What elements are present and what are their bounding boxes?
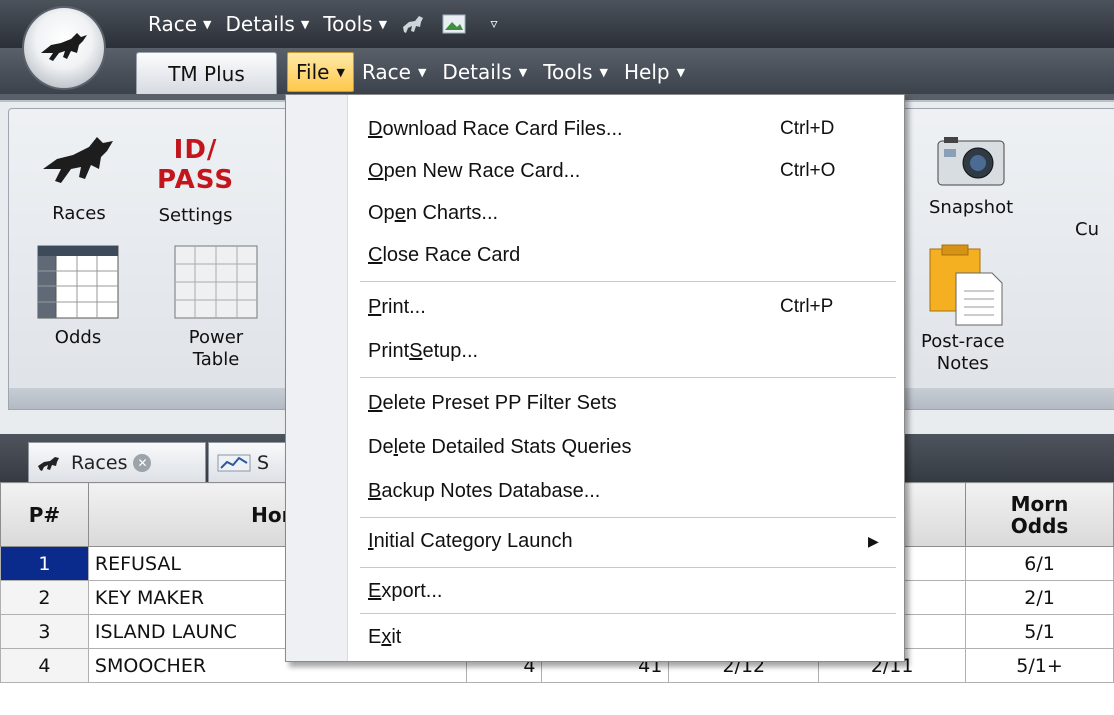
menu-tools[interactable]: Tools ▼ [535, 52, 616, 92]
horse-icon[interactable] [401, 13, 427, 35]
menu-item-export[interactable]: Export... [348, 571, 904, 611]
caret-down-icon: ▼ [417, 65, 427, 79]
menu-item-delete-detailed-stats-queries[interactable]: De l ete Detailed Stats Queries [348, 427, 904, 467]
menu-icon-gutter [286, 95, 348, 661]
grid-table-icon [37, 245, 119, 319]
horse-icon [38, 456, 59, 471]
caret-down-icon: ▼ [336, 65, 345, 79]
menu-items: File ▼ Race ▼ Details ▼ Tools ▼ Help ▼ [287, 52, 693, 92]
menu-separator [360, 567, 896, 568]
tab-second[interactable]: S [208, 442, 288, 482]
app-orb-button[interactable] [22, 6, 106, 90]
menu-separator [360, 517, 896, 518]
menu-race[interactable]: Race ▼ [354, 52, 434, 92]
menu-item-download-race-card-files[interactable]: Download Race Card Files... Ctrl+D [348, 109, 904, 149]
menu-separator [360, 377, 896, 378]
col-header-morn-odds[interactable]: Morn Odds [965, 482, 1114, 547]
menu-separator [360, 613, 896, 614]
caret-down-icon: ▼ [203, 17, 212, 31]
menu-item-exit[interactable]: Ex it [348, 617, 904, 657]
close-icon[interactable]: ✕ [133, 453, 152, 472]
id-pass-icon: ID/ [173, 135, 218, 165]
menu-item-open-charts[interactable]: Op e n Charts... [348, 193, 904, 233]
menu-item-open-new-race-card[interactable]: Open New Race Card... Ctrl+O [348, 151, 904, 191]
clipboard-notes-icon [929, 244, 1003, 326]
customize-dropdown-icon[interactable]: ▿ [481, 13, 507, 35]
camera-icon [937, 137, 1005, 186]
menu-details[interactable]: Details ▼ [434, 52, 535, 92]
races-button[interactable]: Races [39, 135, 119, 225]
caret-down-icon: ▼ [676, 65, 686, 79]
power-table-button[interactable]: Power Table [174, 245, 258, 371]
menu-item-print[interactable]: Print... Ctrl+P [348, 287, 904, 327]
menu-item-initial-category-launch[interactable]: Initial Category Launch ▶ [348, 521, 904, 561]
menu-item-print-setup[interactable]: Print Setup... [348, 331, 904, 371]
menu-item-close-race-card[interactable]: Close Race Card [348, 235, 904, 275]
menu-separator [360, 281, 896, 282]
caret-down-icon: ▼ [300, 17, 310, 31]
qat-details-dropdown[interactable]: Details ▼ [225, 12, 309, 36]
quick-access-toolbar: Race ▼ Details ▼ Tools ▼ ▿ [148, 0, 507, 48]
image-icon[interactable] [441, 13, 467, 35]
odds-button[interactable]: Odds [37, 245, 119, 349]
qat-tools-dropdown[interactable]: Tools ▼ [323, 12, 387, 36]
grid-table-icon [174, 245, 258, 319]
shortcut-label: Ctrl+P [780, 296, 834, 317]
menu-item-backup-notes-database[interactable]: Backup Notes Database... [348, 471, 904, 511]
horse-logo-icon [41, 33, 87, 61]
tab-races[interactable]: Races ✕ [28, 442, 206, 482]
caret-down-icon: ▼ [518, 65, 528, 79]
cu-button[interactable]: Cu [1075, 219, 1099, 241]
col-header-pnum[interactable]: P# [0, 482, 89, 547]
qat-race-dropdown[interactable]: Race ▼ [148, 12, 211, 36]
caret-down-icon: ▼ [378, 17, 388, 31]
snapshot-button[interactable]: Snapshot [929, 135, 1013, 219]
shortcut-label: Ctrl+O [780, 160, 836, 181]
tab-tm-plus[interactable]: TM Plus [136, 52, 277, 94]
postrace-notes-button[interactable]: Post-race Notes [921, 243, 1005, 375]
menu-file[interactable]: File ▼ [287, 52, 354, 92]
menu-item-delete-preset-pp-filter-sets[interactable]: Delete Preset PP Filter Sets [348, 383, 904, 423]
caret-down-icon: ▼ [599, 65, 608, 79]
chart-tab-icon [217, 454, 251, 471]
file-menu-dropdown: Download Race Card Files... Ctrl+D Open … [285, 94, 905, 662]
horse-icon [43, 137, 113, 183]
shortcut-label: Ctrl+D [780, 118, 835, 139]
submenu-arrow-icon: ▶ [868, 532, 879, 549]
menu-help[interactable]: Help ▼ [616, 52, 693, 92]
id-pass-settings-button[interactable]: ID/ PASS Settings [157, 135, 234, 227]
